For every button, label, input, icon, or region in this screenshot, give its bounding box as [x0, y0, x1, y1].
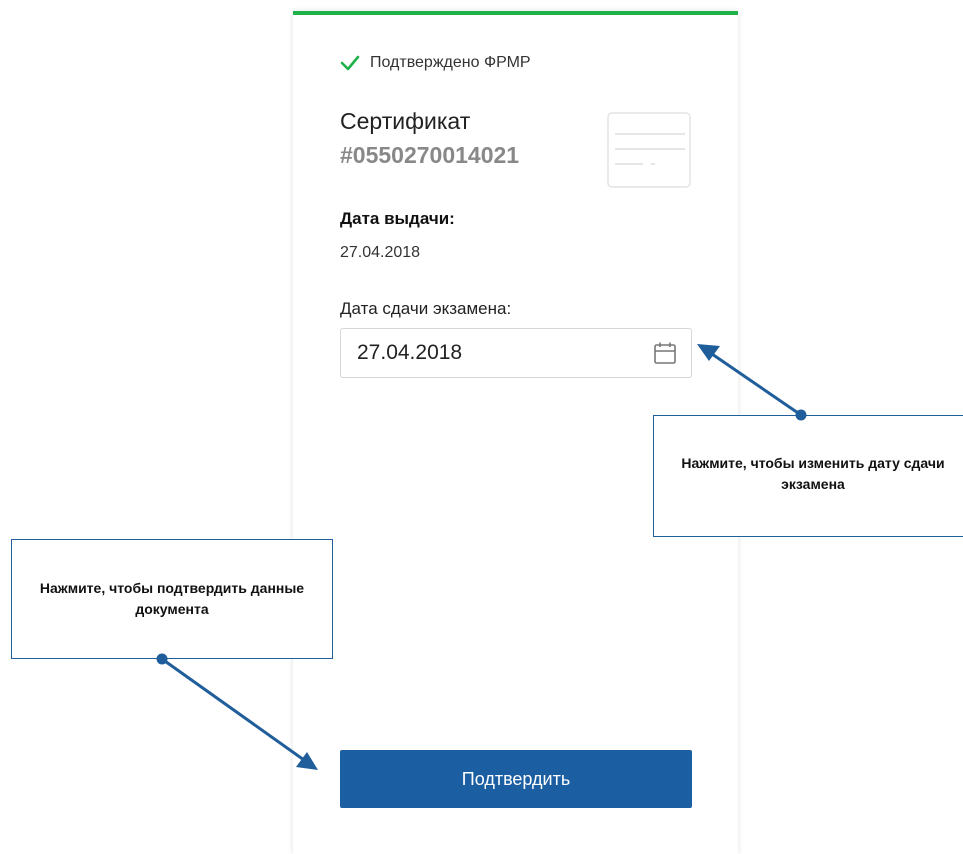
exam-date-value[interactable]: 27.04.2018	[357, 341, 462, 365]
certificate-title: Сертификат	[340, 108, 471, 134]
calendar-icon[interactable]	[653, 341, 677, 365]
issue-date-value: 27.04.2018	[340, 244, 421, 261]
callout-confirm-document: Нажмите, чтобы подтвердить данные докуме…	[11, 539, 333, 659]
confirm-button[interactable]: Подтвердить	[340, 750, 692, 808]
certificate-number: #0550270014021	[340, 142, 520, 168]
verified-status: Подтверждено ФРМР	[340, 53, 531, 73]
verified-text: Подтверждено ФРМР	[370, 54, 531, 71]
exam-date-field[interactable]: 27.04.2018	[340, 328, 692, 378]
callout-change-exam-date: Нажмите, чтобы изменить дату сдачи экзам…	[653, 415, 963, 537]
check-icon	[340, 55, 360, 71]
issue-date-label: Дата выдачи:	[340, 209, 455, 228]
exam-date-label: Дата сдачи экзамена:	[340, 299, 512, 318]
document-icon	[607, 112, 691, 188]
